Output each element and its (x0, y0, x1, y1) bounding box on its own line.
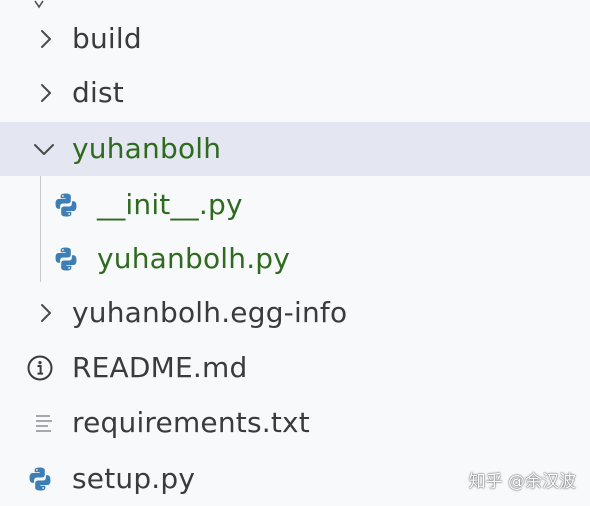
watermark: 知乎 @余汉波 (468, 472, 576, 492)
tree-item-label: __init__.py (97, 188, 243, 221)
tree-item-requirements[interactable]: requirements.txt (0, 396, 590, 450)
tree-item-label: requirements.txt (72, 406, 310, 439)
tree-item-label: setup.py (72, 462, 196, 495)
chevron-right-icon[interactable] (33, 300, 59, 326)
tree-item-readme[interactable]: README.md (0, 341, 590, 395)
chevron-right-icon[interactable] (33, 26, 59, 52)
text-lines-icon (30, 409, 58, 437)
tree-item-init-py[interactable]: __init__.py (0, 178, 590, 232)
chevron-down-icon[interactable] (31, 136, 57, 162)
chevron-icon-partial (34, 0, 44, 9)
python-icon (52, 191, 80, 219)
info-icon (26, 354, 54, 382)
tree-item-label: build (72, 22, 142, 55)
tree-item-build[interactable]: build (0, 12, 590, 66)
file-explorer: build dist yuhanbolh __init__.py yuhanbo… (0, 0, 590, 506)
chevron-right-icon[interactable] (33, 80, 59, 106)
tree-item-label: dist (72, 76, 124, 109)
tree-item-dist[interactable]: dist (0, 66, 590, 120)
python-icon (52, 245, 80, 273)
tree-item-label: yuhanbolh.egg-info (72, 296, 348, 329)
tree-item-yuhanbolh-py[interactable]: yuhanbolh.py (0, 232, 590, 286)
tree-item-yuhanbolh-folder[interactable]: yuhanbolh (0, 122, 590, 176)
tree-item-label: README.md (72, 351, 248, 384)
tree-item-label: yuhanbolh (72, 132, 222, 165)
tree-item-egg-info[interactable]: yuhanbolh.egg-info (0, 286, 590, 340)
python-icon (26, 465, 54, 493)
tree-item-label: yuhanbolh.py (97, 242, 291, 275)
